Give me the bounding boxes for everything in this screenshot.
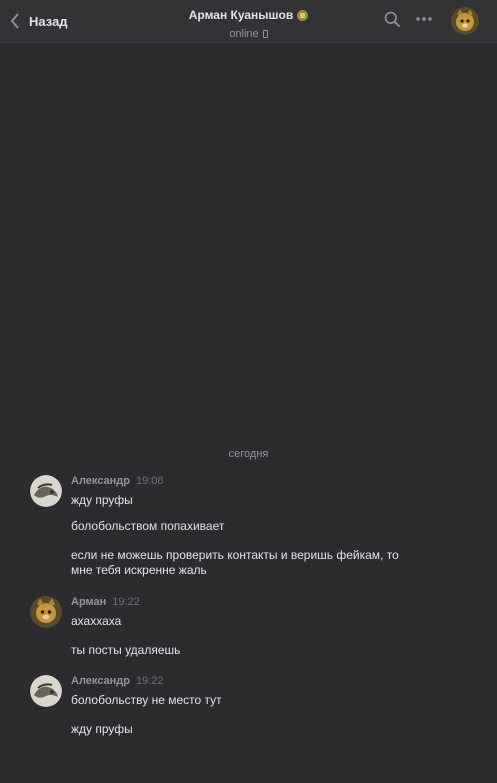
- peer-avatar[interactable]: [451, 7, 479, 35]
- message-time[interactable]: 19:08: [136, 475, 164, 487]
- message-meta: Арман 19:22: [71, 596, 140, 608]
- chat-window: Назад Арман Куанышов online сегодня Алек…: [0, 0, 497, 783]
- message-meta: Александр 19:08: [71, 475, 164, 487]
- message-history[interactable]: сегодня Александр 19:08 жду пруфы болобол…: [0, 43, 497, 783]
- author-name[interactable]: Александр: [71, 675, 130, 687]
- mobile-phone-icon: [262, 30, 268, 38]
- avatar[interactable]: [30, 675, 62, 707]
- message-text[interactable]: болобольству не место тут: [71, 693, 431, 708]
- message-time[interactable]: 19:22: [136, 675, 164, 687]
- peer-status-wrap: online: [229, 28, 268, 40]
- search-icon[interactable]: [384, 11, 400, 27]
- verified-crown-icon: [297, 9, 309, 21]
- back-label: Назад: [29, 13, 68, 29]
- message-text[interactable]: ты посты удаляешь: [71, 643, 431, 658]
- more-icon[interactable]: [415, 12, 433, 26]
- avatar[interactable]: [30, 475, 62, 507]
- message-text[interactable]: ахаххаха: [71, 614, 431, 629]
- peer-info[interactable]: Арман Куанышов online: [150, 6, 347, 42]
- chat-header: Назад Арман Куанышов online: [0, 0, 497, 43]
- date-separator: сегодня: [228, 448, 269, 460]
- message-meta: Александр 19:22: [71, 675, 164, 687]
- message-text[interactable]: жду пруфы: [71, 493, 431, 508]
- message-time[interactable]: 19:22: [112, 596, 140, 608]
- back-button[interactable]: Назад: [0, 0, 90, 42]
- author-name[interactable]: Арман: [71, 596, 106, 608]
- peer-name: Арман Куанышов: [188, 8, 294, 22]
- message-group: Арман 19:22 ахаххаха ты посты удаляешь: [30, 596, 470, 666]
- chevron-left-icon: [10, 13, 19, 29]
- avatar[interactable]: [30, 596, 62, 628]
- message-group: Александр 19:08 жду пруфы болобольством п…: [30, 475, 470, 585]
- message-text[interactable]: болобольством попахивает: [71, 519, 431, 534]
- message-text[interactable]: жду пруфы: [71, 722, 431, 737]
- message-group: Александр 19:22 болобольству не место тут…: [30, 675, 470, 745]
- message-text[interactable]: если не можешь проверить контакты и вери…: [71, 548, 411, 578]
- author-name[interactable]: Александр: [71, 475, 130, 487]
- peer-name-wrap: Арман Куанышов: [189, 8, 309, 22]
- peer-status: online: [229, 28, 259, 40]
